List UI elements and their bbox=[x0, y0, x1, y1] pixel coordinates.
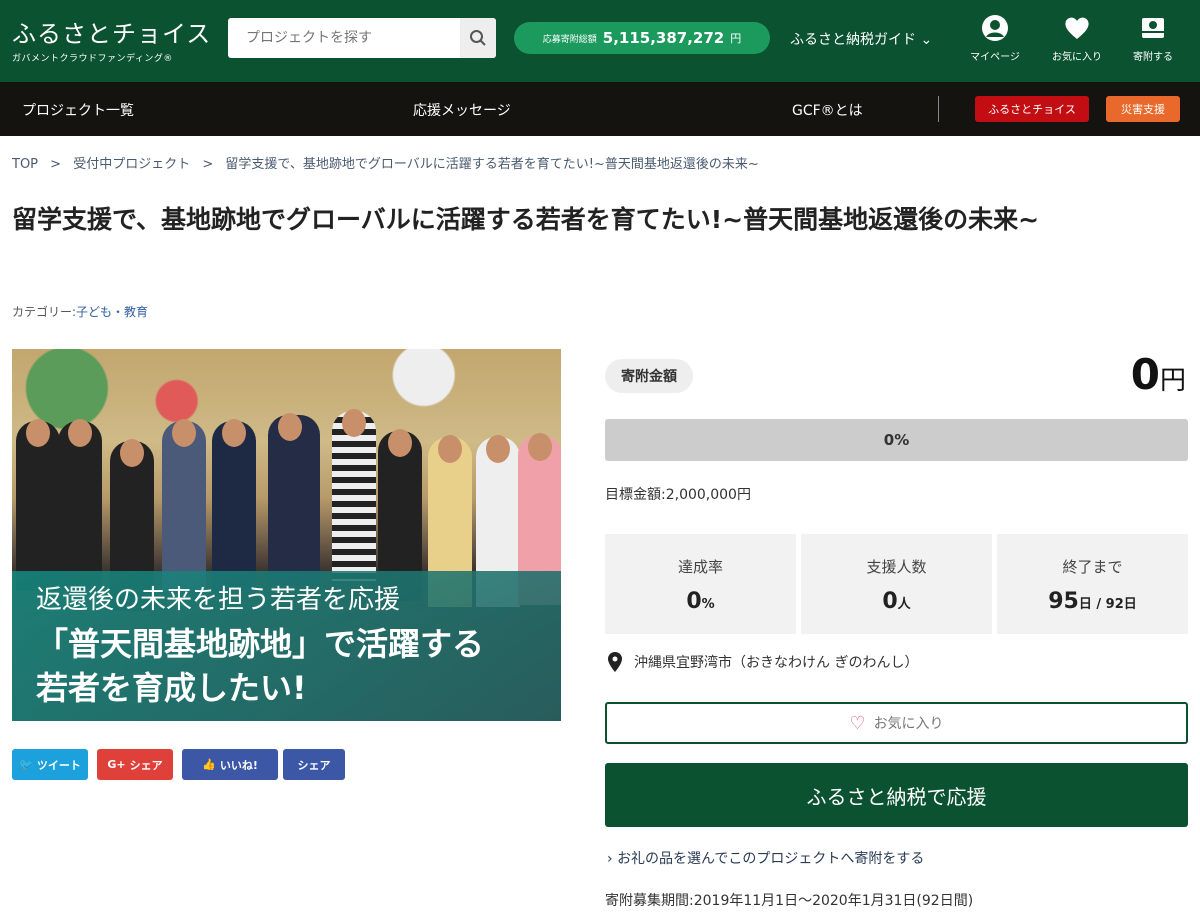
logo-subtitle: ガバメントクラウドファンディング® bbox=[12, 54, 173, 64]
category-label: カテゴリー: bbox=[12, 305, 77, 319]
map-pin-icon bbox=[608, 652, 622, 672]
page-title: 留学支援で、基地跡地でグローバルに活躍する若者を育てたい!~普天間基地返還後の未… bbox=[12, 205, 1040, 234]
nav-project-list[interactable]: プロジェクト一覧 bbox=[22, 100, 134, 120]
location-text: 沖縄県宜野湾市（おきなわけん ぎのわんし） bbox=[634, 655, 919, 671]
breadcrumb-projects[interactable]: 受付中プロジェクト bbox=[73, 157, 190, 172]
user-icon bbox=[982, 15, 1008, 41]
caption-line-2: 「普天間基地跡地」で活躍する bbox=[36, 625, 485, 663]
tweet-button[interactable]: 🐦 ツイート bbox=[12, 749, 88, 780]
donation-period: 寄附募集期間:2019年11月1日～2020年1月31日(92日間) bbox=[605, 893, 974, 909]
thumbs-up-icon: 👍 bbox=[202, 758, 216, 771]
caption-line-3: 若者を育成したい! bbox=[36, 669, 307, 707]
like-label: いいね! bbox=[219, 758, 258, 772]
person bbox=[58, 419, 102, 591]
header: ふるさとチョイス ガバメントクラウドファンディング® 応募寄附総額 5,115,… bbox=[0, 0, 1200, 82]
caption-line-1: 返還後の未来を担う若者を応援 bbox=[36, 585, 401, 615]
progress-text: 0% bbox=[883, 431, 910, 449]
breadcrumb-current: 留学支援で、基地跡地でグローバルに活躍する若者を育てたい!~普天間基地返還後の未… bbox=[225, 157, 759, 172]
donation-amount-label: 寄附金額 bbox=[605, 359, 693, 393]
donate-icon bbox=[1142, 18, 1164, 38]
guide-label: ふるさと納税ガイド bbox=[790, 32, 916, 48]
breadcrumb-separator: > bbox=[202, 157, 214, 172]
google-plus-share-button[interactable]: G+ シェア bbox=[97, 749, 173, 780]
stat-value: 0 bbox=[882, 589, 898, 614]
stat-unit: 日 / 92日 bbox=[1078, 597, 1137, 612]
stat-label: 終了まで bbox=[1062, 558, 1123, 576]
stat-label: 支援人数 bbox=[866, 558, 927, 576]
gift-link-text: お礼の品を選んでこのプロジェクトへ寄附をする bbox=[617, 851, 925, 867]
search-button[interactable] bbox=[460, 18, 496, 58]
facebook-share-button[interactable]: シェア bbox=[283, 749, 345, 780]
nav-divider bbox=[938, 96, 939, 122]
person bbox=[268, 413, 320, 585]
google-plus-icon: G+ bbox=[107, 758, 126, 771]
progress-bar: 0% bbox=[605, 419, 1188, 461]
stat-achievement: 達成率 0% bbox=[605, 534, 796, 634]
favorites-button[interactable]: お気に入り bbox=[1042, 14, 1112, 63]
chevron-down-icon: ⌄ bbox=[920, 32, 933, 48]
add-favorite-button[interactable]: ♡ お気に入り bbox=[605, 702, 1188, 744]
person bbox=[16, 419, 60, 591]
amount-unit: 円 bbox=[1159, 366, 1186, 396]
total-label: 応募寄附総額 bbox=[542, 34, 597, 45]
breadcrumb-top[interactable]: TOP bbox=[12, 157, 38, 172]
tweet-label: ツイート bbox=[36, 758, 81, 772]
logo[interactable]: ふるさとチョイス ガバメントクラウドファンディング® bbox=[12, 14, 211, 64]
favorites-label: お気に入り bbox=[1052, 52, 1102, 63]
donate-label: 寄附する bbox=[1133, 52, 1173, 63]
search-icon bbox=[470, 30, 486, 46]
disaster-support-tag[interactable]: 災害支援 bbox=[1106, 96, 1180, 122]
stat-unit: 人 bbox=[897, 597, 911, 612]
project-image: 返還後の未来を担う若者を応援 「普天間基地跡地」で活躍する 若者を育成したい! bbox=[12, 349, 561, 721]
tax-guide-dropdown[interactable]: ふるさと納税ガイド ⌄ bbox=[790, 29, 932, 49]
facebook-like-button[interactable]: 👍 いいね! bbox=[182, 749, 278, 780]
goal-amount: 目標金額:2,000,000円 bbox=[605, 487, 751, 503]
gplus-label: シェア bbox=[129, 758, 163, 772]
stat-supporters: 支援人数 0人 bbox=[801, 534, 992, 634]
stat-value: 95 bbox=[1048, 589, 1079, 614]
main-nav: プロジェクト一覧 応援メッセージ GCF®とは ふるさとチョイス 災害支援 bbox=[0, 82, 1200, 136]
total-unit: 円 bbox=[730, 32, 742, 45]
fb-share-label: シェア bbox=[297, 758, 331, 772]
total-value: 5,115,387,272 bbox=[602, 29, 725, 47]
favorite-label: お気に入り bbox=[873, 716, 944, 732]
location: 沖縄県宜野湾市（おきなわけん ぎのわんし） bbox=[608, 652, 918, 672]
gift-link[interactable]: › お礼の品を選んでこのプロジェクトへ寄附をする bbox=[607, 848, 924, 868]
nav-support-messages[interactable]: 応援メッセージ bbox=[413, 100, 511, 120]
mypage-button[interactable]: マイページ bbox=[960, 14, 1030, 63]
donate-cta-button[interactable]: ふるさと納税で応援 bbox=[605, 763, 1188, 827]
search-box bbox=[228, 18, 496, 58]
heart-icon bbox=[1065, 17, 1089, 39]
category-link[interactable]: 子ども・教育 bbox=[76, 305, 148, 319]
person bbox=[162, 419, 206, 591]
person bbox=[332, 409, 376, 581]
twitter-icon: 🐦 bbox=[19, 758, 33, 771]
amount-value: 0 bbox=[1130, 350, 1160, 399]
stat-days-left: 終了まで 95日 / 92日 bbox=[997, 534, 1188, 634]
total-donation-badge: 応募寄附総額 5,115,387,272 円 bbox=[514, 22, 770, 54]
nav-about-gcf[interactable]: GCF®とは bbox=[792, 100, 863, 120]
search-input[interactable] bbox=[228, 30, 460, 46]
stat-label: 達成率 bbox=[677, 558, 723, 576]
mypage-label: マイページ bbox=[970, 52, 1020, 63]
image-caption-overlay: 返還後の未来を担う若者を応援 「普天間基地跡地」で活躍する 若者を育成したい! bbox=[12, 571, 561, 721]
category: カテゴリー:子ども・教育 bbox=[12, 303, 148, 320]
furusato-choice-tag[interactable]: ふるさとチョイス bbox=[975, 96, 1089, 122]
donation-amount: 0円 bbox=[1131, 350, 1186, 399]
heart-outline-icon: ♡ bbox=[849, 712, 866, 734]
chevron-right-icon: › bbox=[607, 851, 613, 867]
logo-title: ふるさとチョイス bbox=[12, 20, 212, 48]
person bbox=[212, 419, 256, 591]
stat-value: 0 bbox=[686, 589, 702, 614]
breadcrumb: TOP > 受付中プロジェクト > 留学支援で、基地跡地でグローバルに活躍する若… bbox=[12, 153, 767, 172]
stat-unit: % bbox=[701, 597, 715, 612]
breadcrumb-separator: > bbox=[50, 157, 62, 172]
donate-button[interactable]: 寄附する bbox=[1118, 14, 1188, 63]
